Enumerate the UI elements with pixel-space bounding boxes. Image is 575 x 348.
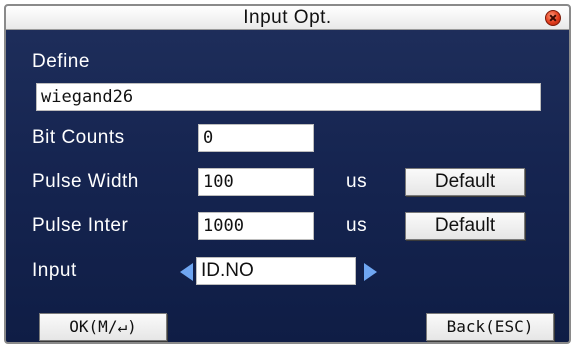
- pulse-inter-default-button[interactable]: Default: [405, 212, 525, 240]
- arrow-right-icon[interactable]: [364, 263, 377, 281]
- pulse-width-field[interactable]: 100: [198, 168, 314, 196]
- define-label: Define: [32, 51, 90, 72]
- bit-counts-field[interactable]: 0: [198, 124, 314, 152]
- pulse-inter-field[interactable]: 1000: [198, 212, 314, 240]
- title-bar: Input Opt.: [6, 6, 569, 30]
- pulse-width-unit: us: [346, 171, 368, 192]
- ok-button[interactable]: OK(M/↵): [39, 313, 167, 341]
- define-field[interactable]: wiegand26: [36, 83, 541, 111]
- pulse-width-default-button[interactable]: Default: [405, 168, 525, 196]
- input-select[interactable]: ID.NO: [196, 257, 356, 285]
- close-icon[interactable]: [545, 10, 561, 26]
- pulse-width-label: Pulse Width: [32, 171, 139, 192]
- pulse-inter-label: Pulse Inter: [32, 215, 129, 236]
- input-options-dialog: Input Opt. Define wiegand26 Bit Counts 0…: [4, 4, 571, 344]
- arrow-left-icon[interactable]: [180, 263, 193, 281]
- input-label: Input: [32, 260, 77, 281]
- back-button[interactable]: Back(ESC): [426, 313, 554, 341]
- dialog-title: Input Opt.: [243, 7, 332, 28]
- pulse-inter-unit: us: [346, 215, 368, 236]
- bit-counts-label: Bit Counts: [32, 127, 125, 148]
